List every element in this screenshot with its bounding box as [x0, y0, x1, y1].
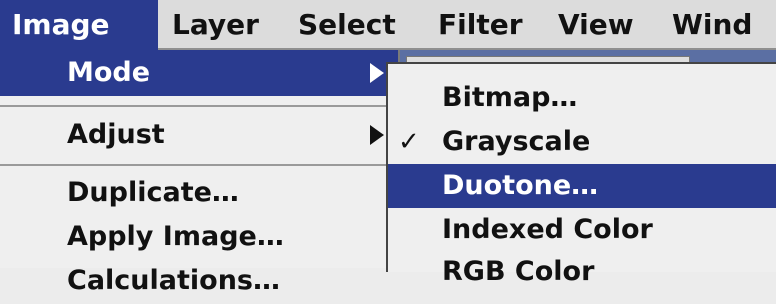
menu-bar: Image Layer Select Filter View Wind [0, 0, 776, 50]
menu-item-label: Mode [67, 57, 151, 88]
mode-item-label: RGB Color [442, 256, 595, 287]
checkmark-icon: ✓ [398, 127, 420, 157]
menu-window[interactable]: Wind [660, 0, 764, 50]
menu-item-calculations[interactable]: Calculations… [0, 258, 398, 304]
mode-item-label: Grayscale [442, 126, 591, 157]
mode-item-grayscale[interactable]: ✓ Grayscale [388, 120, 776, 164]
menu-item-label: Duplicate… [67, 177, 239, 208]
menu-item-duplicate[interactable]: Duplicate… [0, 170, 398, 216]
menu-image[interactable]: Image [0, 0, 158, 50]
image-menu-dropdown: Mode Adjust Duplicate… Apply Image… Calc… [0, 50, 400, 296]
mode-item-rgb-color[interactable]: RGB Color [388, 250, 776, 294]
menu-item-mode[interactable]: Mode [0, 50, 398, 96]
menu-item-label: Calculations… [67, 265, 280, 296]
mode-item-indexed-color[interactable]: Indexed Color [388, 208, 776, 252]
menu-item-label: Adjust [67, 119, 165, 150]
submenu-arrow-icon [370, 125, 384, 145]
menu-layer[interactable]: Layer [160, 0, 271, 50]
menu-divider [0, 164, 400, 166]
menu-item-adjust[interactable]: Adjust [0, 112, 398, 158]
menu-view[interactable]: View [546, 0, 646, 50]
mode-item-label: Bitmap… [442, 82, 578, 113]
mode-item-duotone[interactable]: Duotone… [388, 164, 776, 208]
menu-select[interactable]: Select [286, 0, 408, 50]
menu-filter[interactable]: Filter [426, 0, 535, 50]
menu-item-apply-image[interactable]: Apply Image… [0, 214, 398, 260]
submenu-arrow-icon [370, 63, 384, 83]
mode-item-label: Indexed Color [442, 214, 653, 245]
mode-submenu: Bitmap… ✓ Grayscale Duotone… Indexed Col… [386, 62, 776, 287]
mode-item-bitmap[interactable]: Bitmap… [388, 76, 776, 120]
mode-item-label: Duotone… [442, 170, 599, 201]
menu-divider [0, 105, 400, 107]
menu-item-label: Apply Image… [67, 221, 284, 252]
